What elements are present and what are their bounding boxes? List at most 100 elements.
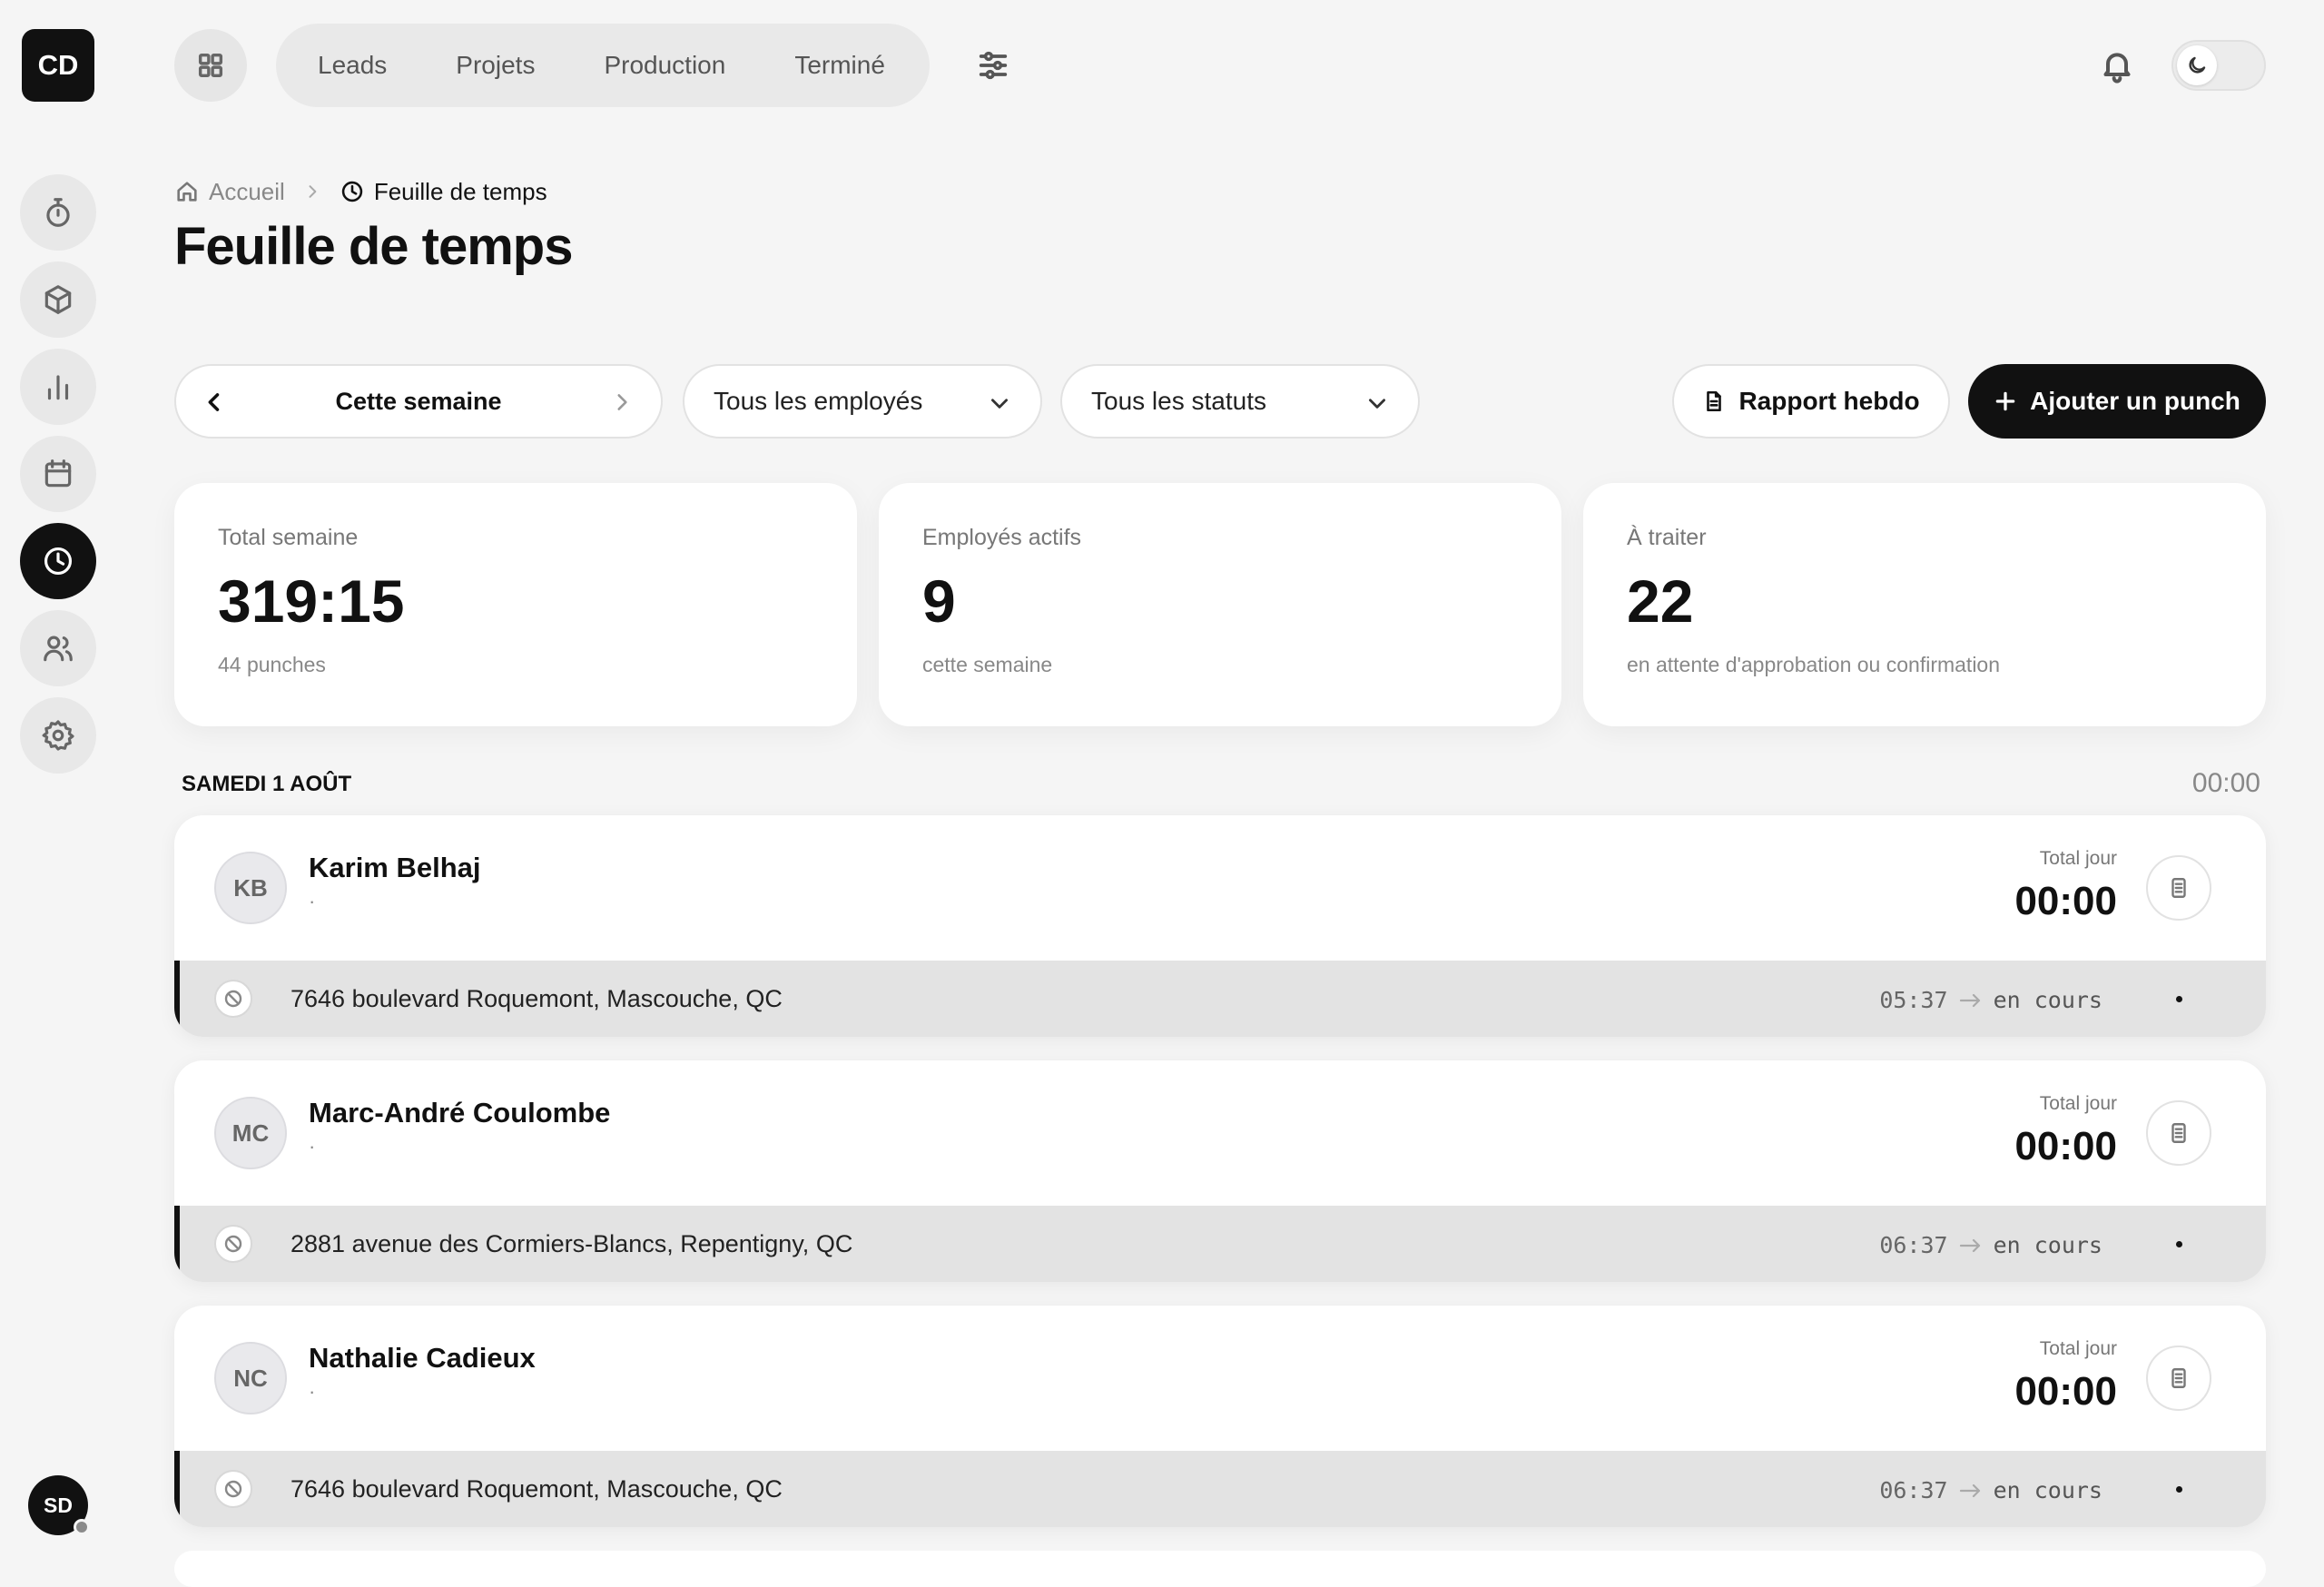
nav-item-termine[interactable]: Terminé	[794, 51, 885, 80]
punch-row[interactable]: 7646 boulevard Roquemont, Mascouche, QC …	[174, 961, 2266, 1037]
rail-item-timer[interactable]	[20, 174, 96, 251]
page-title: Feuille de temps	[174, 217, 573, 276]
user-status-dot	[74, 1519, 90, 1535]
employee-meta: ·	[309, 1135, 316, 1158]
week-label[interactable]: Cette semaine	[176, 388, 661, 416]
theme-toggle-knob	[2177, 45, 2217, 85]
ban-icon	[224, 1480, 242, 1498]
grid-icon	[198, 53, 223, 78]
stat-label: À traiter	[1627, 525, 1707, 550]
stat-value: 22	[1627, 567, 1694, 635]
stat-card-active-employees: Employés actifs 9 cette semaine	[879, 483, 1561, 726]
employee-name: Marc-André Coulombe	[309, 1097, 611, 1129]
nav-filter-button[interactable]	[975, 47, 1011, 84]
stat-card-to-process: À traiter 22 en attente d'approbation ou…	[1583, 483, 2266, 726]
chevron-right-icon	[617, 394, 627, 410]
theme-toggle[interactable]	[2171, 40, 2266, 91]
stat-label: Employés actifs	[922, 525, 1082, 550]
notifications-button[interactable]	[2099, 45, 2135, 85]
stat-value: 9	[922, 567, 956, 635]
day-header: SAMEDI 1 AOÛT	[182, 772, 352, 796]
nav-item-production[interactable]: Production	[604, 51, 725, 80]
rail-item-calendar[interactable]	[20, 436, 96, 512]
breadcrumb-current-icon-wrap	[340, 179, 365, 204]
status-select-value: Tous les statuts	[1091, 387, 1266, 415]
breadcrumb-current: Feuille de temps	[373, 177, 547, 205]
employee-day-card[interactable]: KB Karim Belhaj · Total jour 00:00 7646 …	[174, 815, 2266, 1037]
punch-menu-dot[interactable]	[2176, 996, 2182, 1002]
add-punch-label: Ajouter un punch	[2030, 387, 2240, 415]
stat-value: 319:15	[218, 567, 405, 635]
chevron-down-icon	[1369, 399, 1385, 409]
employee-day-card[interactable]: NC Nathalie Cadieux · Total jour 00:00 7…	[174, 1306, 2266, 1527]
employees-select-value: Tous les employés	[714, 387, 923, 415]
employee-avatar: MC	[214, 1097, 287, 1169]
ban-icon	[224, 990, 242, 1008]
day-total-value: 00:00	[2014, 1124, 2117, 1168]
breadcrumb: Accueil Feuille de temps	[174, 176, 547, 207]
rail-item-timesheet[interactable]	[20, 523, 96, 599]
day-sheet-button[interactable]	[2146, 1100, 2211, 1166]
punch-row[interactable]: 7646 boulevard Roquemont, Mascouche, QC …	[174, 1451, 2266, 1527]
nav-item-projets[interactable]: Projets	[456, 51, 535, 80]
breadcrumb-home[interactable]: Accueil	[209, 178, 285, 206]
punch-address: 2881 avenue des Cormiers-Blancs, Repenti…	[290, 1230, 853, 1257]
bar-chart-icon	[47, 375, 69, 400]
moon-icon	[2189, 56, 2206, 74]
punch-state: en cours	[1993, 1477, 2102, 1503]
status-select-chevron	[1365, 391, 1389, 415]
day-total-label: Total jour	[2039, 1093, 2117, 1114]
rail-item-settings[interactable]	[20, 697, 96, 774]
clock-icon	[341, 181, 363, 202]
employee-name: Nathalie Cadieux	[309, 1342, 536, 1374]
employee-day-card-partial	[174, 1551, 2266, 1587]
punch-menu-dot[interactable]	[2176, 1486, 2182, 1493]
punch-state: en cours	[1993, 1232, 2102, 1258]
rail-item-team[interactable]	[20, 610, 96, 686]
employees-select[interactable]: Tous les employés	[683, 364, 1042, 439]
status-select[interactable]: Tous les statuts	[1060, 364, 1420, 439]
stopwatch-icon	[46, 198, 70, 227]
arrow-right-icon	[1959, 1484, 1980, 1497]
punch-status-button[interactable]	[214, 980, 252, 1018]
stat-label: Total semaine	[218, 525, 359, 550]
day-total-label: Total jour	[2039, 848, 2117, 869]
employee-avatar: NC	[214, 1342, 287, 1414]
add-punch-button[interactable]: Ajouter un punch	[1968, 364, 2266, 439]
rail-item-reports[interactable]	[20, 349, 96, 425]
home-icon	[177, 182, 197, 202]
apps-grid-button[interactable]	[174, 29, 247, 102]
week-next-button[interactable]	[610, 390, 634, 414]
user-avatar[interactable]: SD	[28, 1475, 90, 1535]
weekly-report-button[interactable]: Rapport hebdo	[1672, 364, 1950, 439]
arrow-right-icon	[1959, 1238, 1980, 1252]
stat-sub: 44 punches	[218, 653, 326, 676]
breadcrumb-separator	[303, 182, 321, 201]
sliders-icon	[979, 51, 1008, 80]
employee-meta: ·	[309, 1380, 316, 1403]
app-logo[interactable]: CD	[22, 29, 94, 102]
users-icon	[44, 636, 73, 662]
day-sheet-button[interactable]	[2146, 855, 2211, 921]
punch-menu-dot[interactable]	[2176, 1241, 2182, 1247]
calendar-icon	[44, 459, 72, 488]
stat-card-total-week: Total semaine 319:15 44 punches	[174, 483, 857, 726]
document-icon	[2171, 878, 2186, 898]
rail-item-products[interactable]	[20, 261, 96, 338]
employee-meta: ·	[309, 890, 316, 912]
plus-icon	[1995, 391, 2015, 411]
punch-status-button[interactable]	[214, 1470, 252, 1508]
day-total-value: 00:00	[2014, 1369, 2117, 1414]
punch-time-range: 06:37 en cours	[1879, 1232, 2102, 1258]
punch-start: 06:37	[1879, 1232, 1948, 1258]
day-sheet-button[interactable]	[2146, 1346, 2211, 1411]
punch-status-button[interactable]	[214, 1225, 252, 1263]
employee-avatar: KB	[214, 852, 287, 924]
nav-item-leads[interactable]: Leads	[318, 51, 387, 80]
punch-row[interactable]: 2881 avenue des Cormiers-Blancs, Repenti…	[174, 1206, 2266, 1282]
left-rail: CD SD	[0, 0, 116, 1562]
employee-day-card[interactable]: MC Marc-André Coulombe · Total jour 00:0…	[174, 1060, 2266, 1282]
day-total: 00:00	[2191, 768, 2260, 798]
punch-time-range: 05:37 en cours	[1879, 987, 2102, 1013]
punch-address: 7646 boulevard Roquemont, Mascouche, QC	[290, 1475, 783, 1503]
